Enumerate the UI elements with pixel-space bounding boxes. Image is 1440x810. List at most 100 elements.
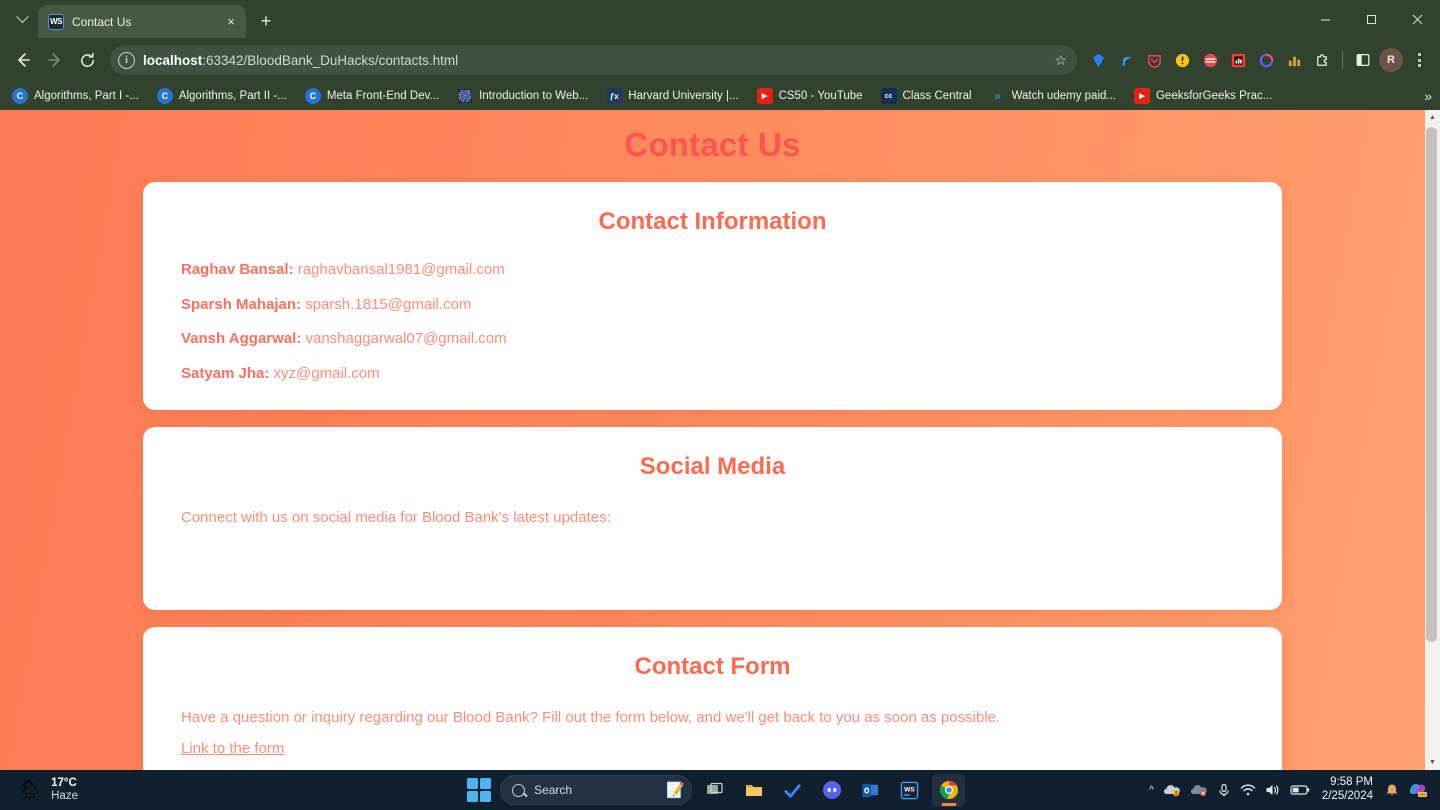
microphone-icon[interactable] — [1217, 783, 1231, 798]
bookmark-item[interactable]: ▶ CS50 - YouTube — [749, 85, 871, 107]
bookmarks-overflow-button[interactable]: » — [1424, 88, 1432, 104]
taskbar-center: Search 📝 WS — [280, 773, 1149, 807]
browser-toolbar: i localhost:63342/BloodBank_DuHacks/cont… — [0, 38, 1440, 82]
taskbar-clock[interactable]: 9:58 PM 2/25/2024 — [1319, 776, 1376, 804]
show-hidden-icons-button[interactable]: ^ — [1149, 785, 1154, 796]
webstorm-favicon-icon: WS — [48, 13, 64, 30]
bookmark-item[interactable]: ▶ GeeksforGeeks Prac... — [1126, 85, 1280, 107]
bookmark-item[interactable]: cc Class Central — [873, 85, 980, 107]
todo-button[interactable] — [776, 774, 809, 807]
taskbar-search-box[interactable]: Search 📝 — [500, 775, 693, 805]
extensions-puzzle-icon[interactable] — [1309, 47, 1335, 73]
kebab-dot — [1417, 64, 1421, 67]
tab-search-button[interactable] — [8, 5, 36, 33]
windows-taskbar: 🌦 17°C Haze Search 📝 WS ^ 9:58 PM 2/25/2… — [0, 770, 1440, 810]
window-controls — [1302, 0, 1440, 38]
svg-text:P▪S: P▪S — [1419, 793, 1426, 797]
grammarly-extension-icon[interactable] — [1085, 47, 1111, 73]
cast-extension-icon[interactable] — [1113, 47, 1139, 73]
site-info-icon[interactable]: i — [118, 51, 135, 69]
bookmark-label: Harvard University |... — [628, 90, 739, 102]
bookmark-item[interactable]: ƒx Harvard University |... — [598, 85, 746, 107]
bookmark-item[interactable]: 🎆 Introduction to Web... — [449, 85, 596, 107]
bookmark-item[interactable]: C Algorithms, Part II -... — [149, 85, 295, 107]
search-icon — [512, 783, 526, 797]
bookmark-item[interactable]: C Algorithms, Part I -... — [4, 85, 147, 107]
task-view-button[interactable] — [698, 774, 731, 807]
contact-name: Vansh Aggarwal: — [181, 330, 302, 347]
bookmark-item[interactable]: » Watch udemy paid... — [982, 85, 1124, 107]
contact-email: vanshaggarwal07@gmail.com — [305, 330, 507, 347]
page-title: Contact Us — [624, 126, 801, 163]
notification-bell-icon[interactable] — [1385, 783, 1399, 798]
back-button[interactable] — [8, 45, 38, 75]
youtube-icon: ▶ — [756, 88, 773, 104]
wifi-icon[interactable] — [1240, 783, 1256, 797]
clock-date: 2/25/2024 — [1321, 790, 1373, 802]
analytics-extension-icon[interactable] — [1281, 47, 1307, 73]
bookmark-item[interactable]: C Meta Front-End Dev... — [297, 85, 447, 107]
scroll-down-arrow[interactable]: ▼ — [1425, 755, 1440, 770]
contact-name: Satyam Jha: — [181, 364, 270, 382]
haze-sun-icon: 🌦 — [18, 779, 43, 801]
profile-avatar[interactable]: R — [1378, 47, 1404, 73]
chrome-button[interactable] — [932, 773, 966, 807]
contact-form-text: Have a question or inquiry regarding our… — [181, 709, 1001, 726]
chrome-menu-button[interactable] — [1406, 47, 1432, 73]
page-scrollbar[interactable]: ▲ ▼ — [1425, 110, 1440, 770]
battery-icon[interactable] — [1290, 784, 1310, 796]
scribbr-extension-icon[interactable] — [1197, 47, 1223, 73]
contact-form-link[interactable]: Link to the form — [181, 740, 284, 757]
scroll-up-arrow[interactable]: ▲ — [1425, 110, 1440, 125]
weather-widget[interactable]: 🌦 17°C Haze — [0, 777, 280, 803]
loom-extension-icon[interactable] — [1253, 47, 1279, 73]
class-central-icon: cc — [880, 88, 897, 104]
split-screen-icon[interactable] — [1350, 47, 1376, 73]
avatar-initial: R — [1379, 48, 1403, 72]
system-tray: ^ 9:58 PM 2/25/2024 P▪S — [1149, 776, 1440, 804]
toolbar-divider — [1342, 51, 1343, 69]
fast-forward-icon: » — [994, 89, 1001, 103]
scrollbar-thumb[interactable] — [1426, 127, 1437, 642]
maximize-button[interactable] — [1348, 0, 1394, 38]
start-tile — [466, 791, 478, 803]
weather-temperature: 17°C — [51, 776, 77, 789]
contact-information-card: Contact Information Raghav Bansal: ragha… — [143, 182, 1282, 410]
onedrive-error-icon[interactable] — [1190, 783, 1208, 797]
chart-extension-icon[interactable] — [1225, 47, 1251, 73]
volume-icon[interactable] — [1265, 783, 1281, 797]
url-path: :63342/BloodBank_DuHacks/contacts.html — [202, 52, 459, 68]
bookmark-star-icon[interactable]: ☆ — [1054, 52, 1067, 69]
honey-extension-icon[interactable] — [1169, 47, 1195, 73]
address-bar[interactable]: i localhost:63342/BloodBank_DuHacks/cont… — [110, 45, 1077, 75]
new-tab-button[interactable]: + — [252, 7, 280, 35]
close-window-button[interactable] — [1394, 0, 1440, 38]
file-explorer-button[interactable] — [737, 774, 770, 807]
contact-form-title: Contact Form — [634, 653, 791, 680]
search-doodle-icon: 📝 — [666, 782, 686, 799]
copilot-icon[interactable]: P▪S — [1408, 781, 1428, 799]
weather-condition: Haze — [51, 790, 78, 802]
bookmark-label: Introduction to Web... — [479, 90, 589, 102]
coursera-icon: C — [304, 88, 321, 104]
freecodecamp-icon: 🎆 — [457, 89, 473, 103]
contact-row: Vansh Aggarwal: vanshaggarwal07@gmail.co… — [181, 330, 1262, 348]
windows-start-button[interactable] — [464, 775, 494, 805]
reload-button[interactable] — [72, 45, 102, 75]
social-media-card: Social Media Connect with us on social m… — [143, 427, 1282, 610]
chevron-down-icon — [15, 9, 29, 23]
discord-button[interactable] — [815, 774, 848, 807]
bookmark-label: Class Central — [902, 90, 972, 102]
webstorm-button[interactable]: WS — [893, 774, 926, 807]
minimize-button[interactable] — [1302, 0, 1348, 38]
pocket-extension-icon[interactable] — [1141, 47, 1167, 73]
extensions-row: R — [1085, 47, 1432, 73]
start-tile — [480, 777, 492, 789]
tab-close-button[interactable]: × — [222, 13, 240, 31]
forward-button[interactable] — [40, 45, 70, 75]
outlook-button[interactable] — [854, 774, 887, 807]
onedrive-sync-icon[interactable] — [1163, 783, 1181, 797]
contact-form-card: Contact Form Have a question or inquiry … — [143, 627, 1282, 770]
browser-tab[interactable]: WS Contact Us × — [38, 5, 246, 38]
clock-time: 9:58 PM — [1330, 776, 1373, 789]
